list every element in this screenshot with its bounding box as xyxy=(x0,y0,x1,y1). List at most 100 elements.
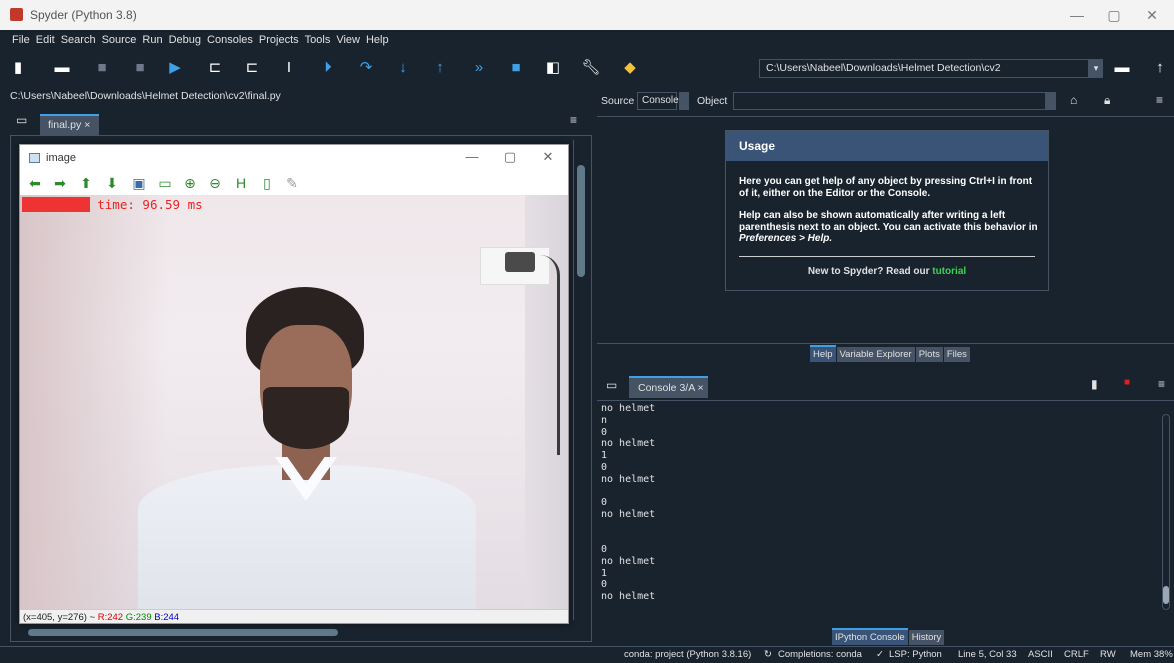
continue-icon[interactable]: » xyxy=(469,58,489,78)
preferences-wrench-icon[interactable]: 🔧︎ xyxy=(581,58,601,78)
menu-edit[interactable]: Edit xyxy=(33,30,58,50)
stop-debug-icon[interactable]: ■ xyxy=(506,58,526,78)
console-pane-tabs: IPython Console History xyxy=(832,628,945,645)
tab-label: final.py xyxy=(48,119,82,131)
browse-consoles-icon[interactable]: ▭ xyxy=(606,378,617,392)
menu-consoles[interactable]: Consoles xyxy=(204,30,256,50)
lock-icon[interactable]: 🔒︎ xyxy=(1104,93,1110,108)
usage-footer-text: New to Spyder? Read our xyxy=(807,266,933,277)
zoom-fit-icon[interactable]: ▣ xyxy=(130,174,148,192)
parent-dir-icon[interactable]: ↑ xyxy=(1150,58,1170,78)
tab-files[interactable]: Files xyxy=(943,347,970,362)
python-path-icon[interactable]: ◆ xyxy=(620,58,640,78)
menu-debug[interactable]: Debug xyxy=(166,30,204,50)
run-icon[interactable]: ▶ xyxy=(165,58,185,78)
tab-history[interactable]: History xyxy=(908,630,945,645)
clear-console-icon[interactable]: ▮ xyxy=(1091,377,1098,391)
lsp-status[interactable]: LSP: Python xyxy=(889,647,942,663)
browse-folder-icon[interactable]: ▬ xyxy=(1112,58,1132,78)
pixel-blue: B:244 xyxy=(154,612,180,623)
run-cell-icon[interactable]: ⊏ xyxy=(205,58,225,78)
completions-status[interactable]: Completions: conda xyxy=(778,647,862,663)
menu-tools[interactable]: Tools xyxy=(302,30,334,50)
pan-down-icon[interactable]: ⬇ xyxy=(103,174,121,192)
tab-plots[interactable]: Plots xyxy=(915,347,943,362)
inference-prefix: Inference xyxy=(22,197,90,212)
new-file-icon[interactable]: ▮ xyxy=(8,58,28,78)
open-file-icon[interactable]: ▬ xyxy=(52,58,72,78)
image-window-titlebar: image — ▢ ✕ xyxy=(20,145,568,171)
object-input[interactable] xyxy=(733,92,1056,110)
tab-console-3a[interactable]: Console 3/A × xyxy=(629,376,708,398)
step-return-icon[interactable]: ↑ xyxy=(430,58,450,78)
console-body[interactable] xyxy=(597,400,1174,626)
image-minimize-button[interactable]: — xyxy=(458,149,486,164)
tab-variable-explorer[interactable]: Variable Explorer xyxy=(836,347,915,362)
image-maximize-button[interactable]: ▢ xyxy=(496,149,524,165)
menu-source[interactable]: Source xyxy=(99,30,140,50)
tab-help[interactable]: Help xyxy=(810,345,836,362)
scroll-thumb[interactable] xyxy=(1163,586,1169,604)
zoom-out-icon[interactable]: ⊖ xyxy=(206,174,224,192)
run-selection-icon[interactable]: I xyxy=(279,58,299,78)
pan-right-icon[interactable]: ➡ xyxy=(51,174,69,192)
save-all-icon[interactable]: ■ xyxy=(130,58,150,78)
pixel-red: R:242 xyxy=(97,612,124,623)
menu-help[interactable]: Help xyxy=(363,30,392,50)
image-close-button[interactable]: ✕ xyxy=(534,149,562,165)
pan-up-icon[interactable]: ⬆ xyxy=(77,174,95,192)
window-title: Spyder (Python 3.8) xyxy=(30,8,137,22)
step-into-icon[interactable]: ↓ xyxy=(393,58,413,78)
editor-horizontal-scrollbar[interactable] xyxy=(14,626,584,638)
zoom-in-icon[interactable]: ⊕ xyxy=(181,174,199,192)
debug-icon[interactable]: ⏵ xyxy=(318,58,338,78)
home-icon[interactable]: ⌂ xyxy=(1070,93,1077,107)
eol-status: CRLF xyxy=(1064,649,1089,660)
working-directory-dropdown[interactable]: ▾ xyxy=(1089,59,1103,78)
menu-file[interactable]: File xyxy=(9,30,33,50)
pixel-green: G:239 xyxy=(125,612,152,623)
brush-icon[interactable]: ✎ xyxy=(283,174,301,192)
tutorial-link[interactable]: tutorial xyxy=(932,266,966,277)
working-directory-combo[interactable]: C:\Users\Nabeel\Downloads\Helmet Detecti… xyxy=(759,59,1089,78)
source-dropdown[interactable] xyxy=(679,92,689,110)
menu-view[interactable]: View xyxy=(333,30,363,50)
save-image-icon[interactable]: H xyxy=(232,174,250,192)
usage-paragraph-2-text: Help can also be shown automatically aft… xyxy=(739,210,1038,233)
close-console-tab-icon[interactable]: × xyxy=(698,382,704,394)
title-bar: Spyder (Python 3.8) — ▢ ✕ xyxy=(0,0,1174,30)
pan-left-icon[interactable]: ⬅ xyxy=(26,174,44,192)
close-button[interactable]: ✕ xyxy=(1137,5,1167,25)
memory-status: Mem 38% xyxy=(1130,649,1173,660)
step-over-icon[interactable]: ↷ xyxy=(356,58,376,78)
browse-tabs-icon[interactable]: ▭ xyxy=(16,113,27,127)
menu-search[interactable]: Search xyxy=(58,30,99,50)
run-cell-advance-icon[interactable]: ⊏ xyxy=(242,58,262,78)
menu-run[interactable]: Run xyxy=(139,30,165,50)
source-combo[interactable]: Console xyxy=(637,92,679,110)
maximize-pane-icon[interactable]: ◧ xyxy=(543,58,563,78)
image-toolbar: ⬅ ➡ ⬆ ⬇ ▣ ▭ ⊕ ⊖ H ▯ ✎ xyxy=(20,172,568,194)
console-options-icon[interactable]: ≡ xyxy=(1158,377,1165,391)
usage-preferences-ref: Preferences > Help. xyxy=(739,233,833,244)
scroll-track xyxy=(1162,414,1170,610)
console-scrollbar[interactable] xyxy=(1160,404,1172,614)
restore-button[interactable]: ▢ xyxy=(1099,5,1129,25)
editor-options-icon[interactable]: ≡ xyxy=(570,113,577,127)
menu-projects[interactable]: Projects xyxy=(256,30,302,50)
save-icon[interactable]: ■ xyxy=(92,58,112,78)
object-dropdown[interactable] xyxy=(1045,92,1056,110)
stop-kernel-icon[interactable]: ■ xyxy=(1124,377,1130,388)
editor-vertical-scrollbar[interactable] xyxy=(573,140,587,620)
tab-ipython-console[interactable]: IPython Console xyxy=(832,628,908,645)
help-options-icon[interactable]: ≡ xyxy=(1156,93,1163,107)
close-tab-icon[interactable]: × xyxy=(84,119,90,131)
minimize-button[interactable]: — xyxy=(1062,5,1092,25)
properties-icon[interactable]: ▯ xyxy=(258,174,276,192)
scroll-thumb[interactable] xyxy=(577,165,585,277)
cursor-position-status: Line 5, Col 33 xyxy=(958,649,1017,660)
scroll-thumb[interactable] xyxy=(28,629,338,636)
conda-env-status[interactable]: conda: project (Python 3.8.16) xyxy=(624,647,751,663)
zoom-region-icon[interactable]: ▭ xyxy=(156,174,174,192)
tab-final-py[interactable]: final.py × xyxy=(40,114,99,136)
